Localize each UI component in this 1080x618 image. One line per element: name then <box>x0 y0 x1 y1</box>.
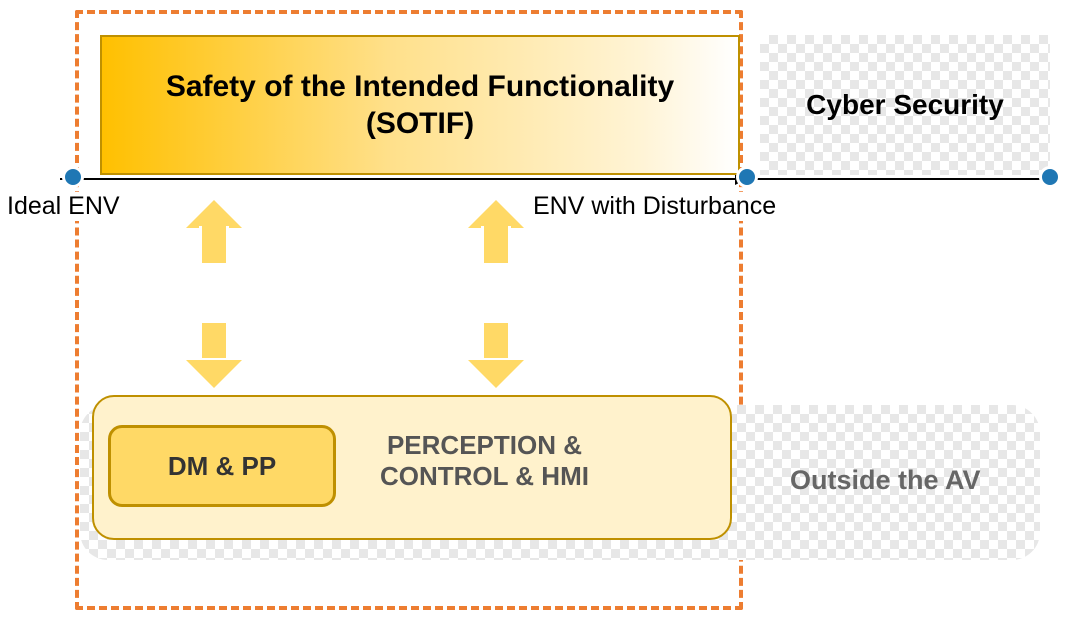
perception-line2: CONTROL & HMI <box>380 461 589 491</box>
axis-dot-right <box>1039 166 1061 188</box>
sotif-line1: Safety of the Intended Functionality <box>166 70 674 103</box>
arrow-up-left <box>186 200 242 228</box>
perception-line1: PERCEPTION & <box>387 430 582 460</box>
axis-dot-disturbance <box>736 166 758 188</box>
outside-av-label: Outside the AV <box>790 465 981 496</box>
sotif-title: Safety of the Intended Functionality (SO… <box>166 68 674 143</box>
axis-label-disturbance: ENV with Disturbance <box>530 192 779 221</box>
sotif-box: Safety of the Intended Functionality (SO… <box>100 35 740 175</box>
cyber-security-label: Cyber Security <box>806 89 1004 121</box>
axis-line <box>60 178 1050 180</box>
diagram-stage: Safety of the Intended Functionality (SO… <box>0 0 1080 618</box>
dm-pp-label: DM & PP <box>168 451 276 482</box>
perception-control-hmi-label: PERCEPTION & CONTROL & HMI <box>380 430 589 492</box>
axis-label-ideal: Ideal ENV <box>4 192 123 221</box>
sotif-line2: (SOTIF) <box>366 107 474 140</box>
dm-pp-box: DM & PP <box>108 425 336 507</box>
axis-dot-ideal <box>62 166 84 188</box>
arrow-up-right <box>468 200 524 228</box>
cyber-security-box: Cyber Security <box>760 35 1050 175</box>
